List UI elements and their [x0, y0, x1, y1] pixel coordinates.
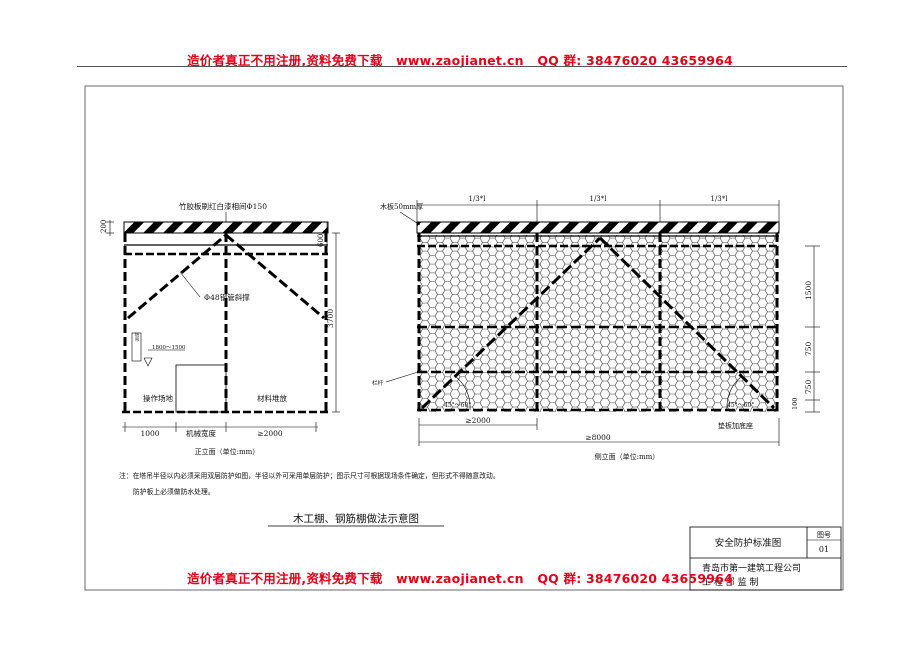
- note-line-1: 注：在塔吊半径以内必须采用双层防护如图，半径以外可采用单层防护；图示尺寸可根据现…: [119, 471, 500, 480]
- dim-1000: 1000: [140, 429, 159, 438]
- dim-3700: 3700: [326, 309, 335, 328]
- dim-200: 200: [100, 220, 108, 233]
- side-caption: 侧立面（单位:mm）: [595, 452, 660, 461]
- rail-label: 栏杆: [372, 379, 384, 387]
- dim-750-upper: 750: [804, 341, 813, 356]
- level-symbol-icon: [143, 357, 153, 367]
- material-area-label: 材料堆放: [257, 393, 287, 403]
- front-elevation: 塔吊 1800～1500 竹胶板刷红白漆相间Φ150 Φ48钢管斜撑 操作场地 …: [100, 201, 340, 456]
- dim-front-2000: ≥2000: [257, 429, 283, 438]
- base-label: 垫板加底座: [718, 421, 753, 430]
- board-label: 木板50mm厚: [380, 202, 423, 211]
- front-right-brace: [225, 233, 325, 320]
- drawing-sheet: 塔吊 1800～1500 竹胶板刷红白漆相间Φ150 Φ48钢管斜撑 操作场地 …: [84, 85, 844, 591]
- side-mesh: [418, 235, 779, 412]
- dim-1800: 1800～1500: [152, 345, 186, 351]
- drawing-title: 木工棚、钢筋棚做法示意图: [293, 512, 419, 525]
- front-caption: 正立面（单位:mm）: [195, 447, 260, 456]
- angle-left: 45°～60°: [444, 402, 471, 409]
- tower-label: 塔吊: [134, 331, 139, 343]
- front-roof-board: [123, 221, 329, 234]
- angle-right: 45°～60°: [727, 402, 754, 409]
- front-top-label: 竹胶板刷红白漆相间Φ150: [179, 201, 267, 211]
- machine-outline: [175, 364, 227, 413]
- machine-width-label: 机械宽度: [186, 428, 216, 438]
- segment-3: 1/3*l: [710, 195, 728, 203]
- segment-1: 1/3*l: [468, 195, 486, 203]
- side-dim-2000: ≥2000: [465, 416, 491, 425]
- drawing-no: 01: [819, 545, 829, 554]
- work-area-label: 操作场地: [143, 393, 173, 403]
- dim-1500: 1500: [804, 281, 813, 300]
- dim-750-lower: 750: [804, 379, 813, 394]
- dim-600: 600: [317, 234, 325, 247]
- bottom-banner: 造价者真正不用注册,资料免费下载 www.zaojianet.cn QQ 群: …: [187, 571, 733, 586]
- drawing-no-label: 图号: [817, 531, 831, 539]
- side-roof-board: [416, 221, 780, 234]
- dim-100: 100: [791, 398, 799, 410]
- front-left-brace: [127, 233, 227, 320]
- segment-2: 1/3*l: [589, 195, 607, 203]
- dim-8000: ≥8000: [585, 433, 611, 442]
- brace-label: Φ48钢管斜撑: [204, 292, 250, 302]
- side-elevation: 45°～60° 45°～60° 1/3*l 1/3*l 1/3*l 木板50mm…: [372, 195, 820, 461]
- note-line-2: 防护板上必须做防水处理。: [133, 487, 215, 496]
- title-block-name: 安全防护标准图: [715, 537, 782, 549]
